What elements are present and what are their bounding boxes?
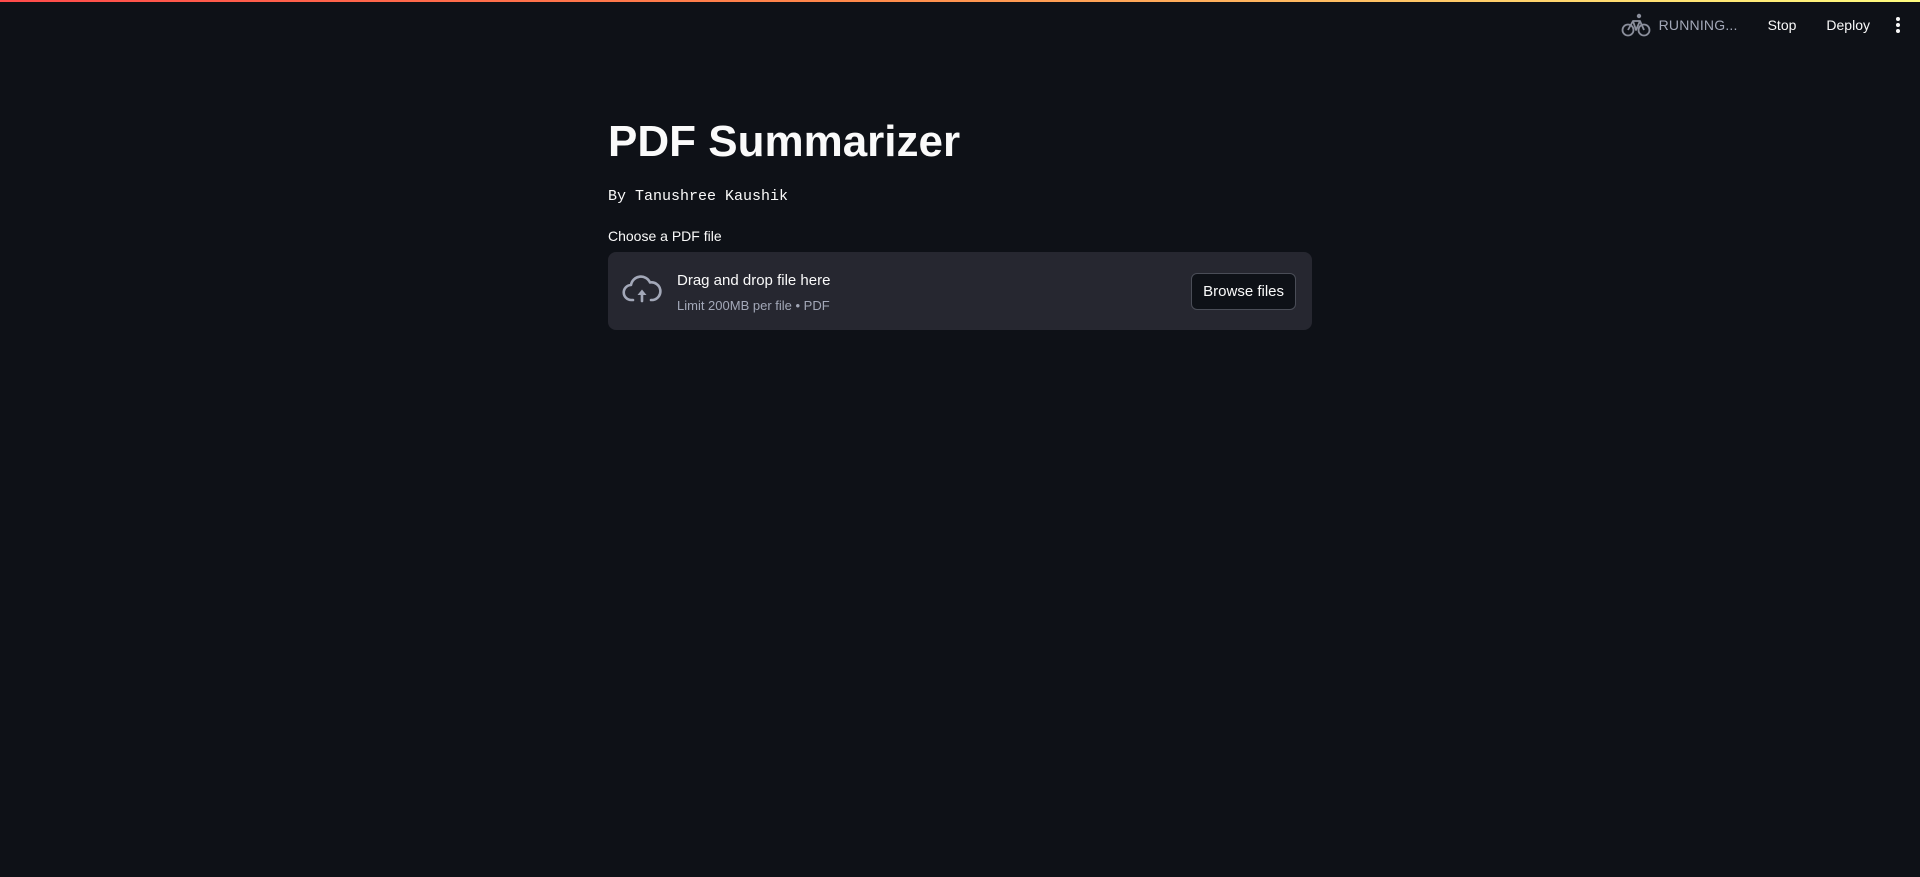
stop-button[interactable]: Stop (1758, 11, 1807, 39)
file-dropzone[interactable]: Drag and drop file here Limit 200MB per … (608, 252, 1312, 330)
dropzone-instructions: Drag and drop file here (677, 272, 831, 289)
author-byline: By Tanushree Kaushik (608, 188, 789, 205)
deploy-button[interactable]: Deploy (1816, 11, 1880, 39)
dropzone-limit-text: Limit 200MB per file • PDF (677, 298, 830, 313)
page-title: PDF Summarizer (608, 117, 961, 166)
bicycle-running-icon (1621, 13, 1650, 37)
cloud-upload-icon (622, 275, 662, 303)
browse-files-button[interactable]: Browse files (1191, 273, 1296, 310)
app-header: RUNNING... Stop Deploy (1621, 0, 1920, 50)
status-text: RUNNING... (1658, 17, 1738, 33)
file-uploader-label: Choose a PDF file (608, 228, 722, 244)
running-status: RUNNING... (1621, 12, 1738, 38)
kebab-menu-icon (1896, 17, 1900, 33)
main-menu-button[interactable] (1886, 9, 1910, 41)
